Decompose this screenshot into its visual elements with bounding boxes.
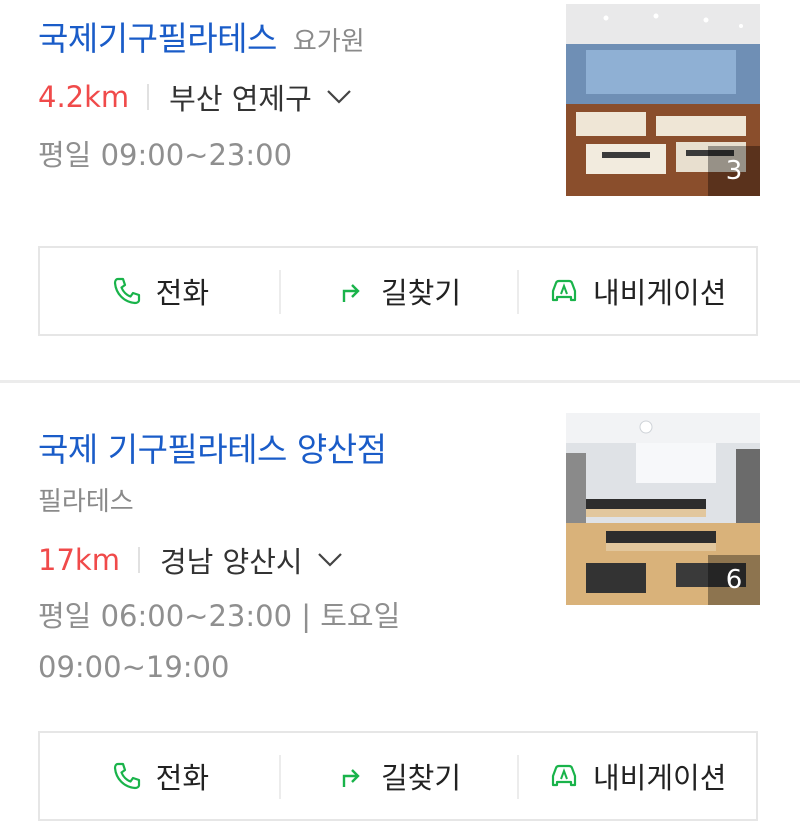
listing-title[interactable]: 국제기구필라테스 bbox=[38, 12, 277, 60]
listing-photo[interactable]: 6 bbox=[566, 413, 760, 605]
listing-card-1[interactable]: 국제기구필라테스 요가원 4.2km 부산 연제구 평일 09:00~23:00… bbox=[0, 0, 800, 380]
phone-icon bbox=[110, 274, 144, 308]
listing-title[interactable]: 국제 기구필라테스 양산점 bbox=[38, 423, 387, 471]
listing-title-row: 국제 기구필라테스 양산점 bbox=[38, 423, 387, 471]
phone-icon bbox=[110, 759, 144, 793]
listing-category: 요가원 bbox=[292, 27, 365, 57]
navigation-button[interactable]: 내비게이션 bbox=[517, 248, 756, 334]
chevron-down-icon[interactable] bbox=[317, 551, 343, 569]
photo-count-badge: 3 bbox=[708, 146, 760, 196]
directions-arrow-icon bbox=[335, 274, 369, 308]
listing-distance: 4.2km bbox=[38, 80, 130, 114]
listing-hours: 평일 09:00~23:00 bbox=[38, 138, 293, 172]
call-label: 전화 bbox=[155, 761, 210, 795]
action-bar: 전화 길찾기 내비게이션 bbox=[38, 246, 758, 336]
directions-label: 길찾기 bbox=[380, 761, 462, 795]
listing-title-row: 국제기구필라테스 요가원 bbox=[38, 12, 365, 60]
listing-photo[interactable]: 3 bbox=[566, 4, 760, 196]
listing-region[interactable]: 부산 연제구 bbox=[169, 76, 312, 118]
directions-button[interactable]: 길찾기 bbox=[278, 733, 518, 819]
meta-separator bbox=[147, 84, 150, 110]
meta-separator bbox=[137, 547, 140, 573]
navigation-label: 내비게이션 bbox=[592, 761, 727, 795]
car-navigation-icon bbox=[547, 274, 581, 308]
action-bar: 전화 길찾기 내비게이션 bbox=[38, 731, 758, 821]
listing-hours: 평일 06:00~23:00 | 토요일 09:00~19:00 bbox=[38, 599, 401, 684]
navigation-button[interactable]: 내비게이션 bbox=[517, 733, 756, 819]
listing-card-2[interactable]: 국제 기구필라테스 양산점 필라테스 17km 경남 양산시 평일 06:00~… bbox=[0, 383, 800, 821]
directions-arrow-icon bbox=[335, 759, 369, 793]
directions-label: 길찾기 bbox=[380, 276, 462, 310]
listing-region[interactable]: 경남 양산시 bbox=[160, 539, 303, 581]
call-button[interactable]: 전화 bbox=[40, 248, 279, 334]
listing-distance: 17km bbox=[38, 543, 120, 577]
chevron-down-icon[interactable] bbox=[326, 88, 352, 106]
call-button[interactable]: 전화 bbox=[40, 733, 279, 819]
directions-button[interactable]: 길찾기 bbox=[278, 248, 518, 334]
navigation-label: 내비게이션 bbox=[592, 276, 727, 310]
car-navigation-icon bbox=[547, 759, 581, 793]
listing-category: 필라테스 bbox=[38, 487, 134, 517]
listing-meta: 4.2km 부산 연제구 bbox=[38, 76, 352, 118]
photo-count-badge: 6 bbox=[708, 555, 760, 605]
listing-meta: 17km 경남 양산시 bbox=[38, 539, 343, 581]
call-label: 전화 bbox=[155, 276, 210, 310]
